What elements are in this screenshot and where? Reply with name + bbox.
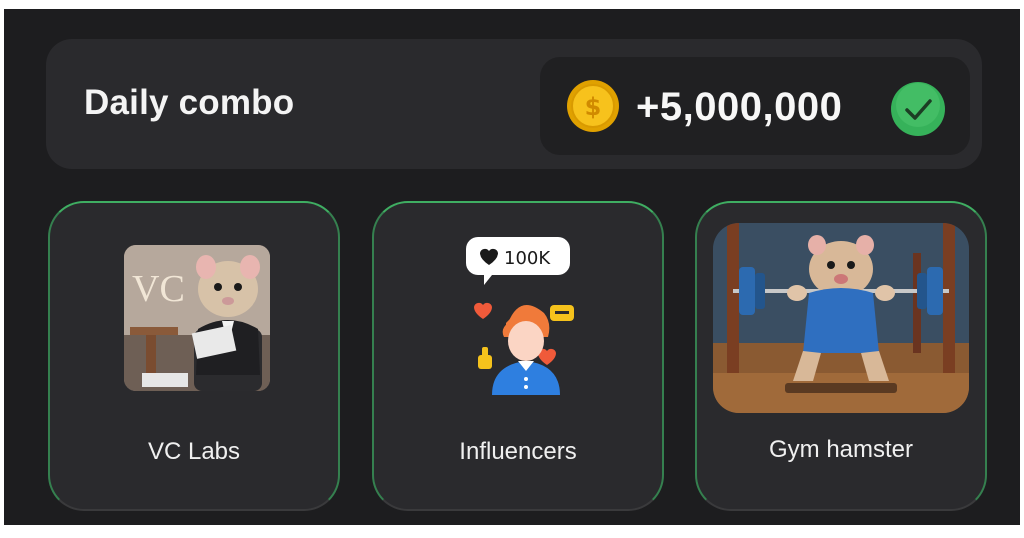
daily-combo-header: Daily combo $ +5,000,000 — [46, 39, 982, 169]
combo-card-influencers[interactable]: 100K Influencers — [372, 201, 664, 511]
checkmark-icon — [891, 82, 945, 136]
daily-combo-panel: Daily combo $ +5,000,000 VC VC Labs 100K… — [4, 9, 1020, 525]
svg-text:$: $ — [585, 93, 602, 121]
daily-combo-title: Daily combo — [84, 83, 295, 122]
hamster-vc-labs-image: VC — [124, 245, 270, 391]
card-label-vc-labs: VC Labs — [147, 438, 241, 465]
combo-card-gym-hamster[interactable]: Gym hamster — [695, 201, 987, 511]
gym-hamster-image — [713, 223, 969, 413]
influencer-icon: 100K — [466, 237, 574, 395]
vc-sign-text: VC — [132, 268, 185, 310]
card-label-gym-hamster: Gym hamster — [768, 436, 914, 463]
reward-amount: +5,000,000 — [636, 85, 843, 129]
likes-count: 100K — [504, 248, 551, 269]
coin-icon: $ — [567, 80, 619, 132]
combo-card-vc-labs[interactable]: VC VC Labs — [48, 201, 340, 511]
card-label-influencers: Influencers — [459, 438, 577, 465]
reward-box: $ +5,000,000 — [540, 57, 970, 155]
